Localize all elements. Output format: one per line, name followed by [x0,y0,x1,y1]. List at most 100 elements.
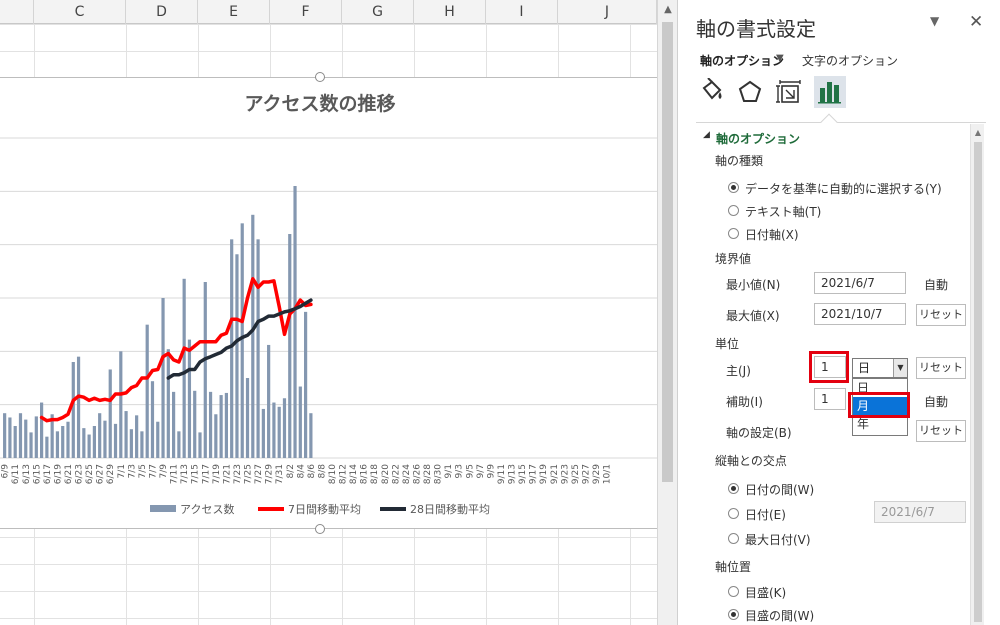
bar-6/15 [34,416,38,458]
pane-scroll-up-icon[interactable]: ▲ [971,128,985,137]
minor-unit-field[interactable]: 1 [814,388,846,410]
column-header-D[interactable]: D [126,0,198,24]
bar-6/20 [61,426,65,458]
axis-type-auto-label[interactable]: データを基準に自動的に選択する(Y) [745,180,942,197]
axis-type-date-label[interactable]: 日付軸(X) [745,226,799,243]
bar-6/10 [8,417,12,458]
bar-7/13 [182,278,186,458]
bar-7/14 [187,339,192,458]
bar-6/11 [13,426,17,458]
radio-position-on-tick[interactable] [728,586,739,597]
bar-8/3 [293,186,297,458]
pane-close-icon[interactable]: ✕ [969,12,983,32]
x-tick-label: 6/9 [1,464,11,479]
chart-svg: アクセス数の推移6/9 6/11 6/13 6/15 6/17 6/19 6/21 6/23 6… [0,92,657,516]
major-unit-select[interactable]: 日 ▼ [852,358,908,378]
major-unit-reset-button[interactable]: リセット [916,357,966,379]
bar-7/31 [277,406,281,458]
column-header-H[interactable]: H [414,0,486,24]
bar-6/28 [103,420,107,458]
crosses-date-field[interactable]: 2021/6/7 [874,501,966,523]
crosses-max-label[interactable]: 最大日付(V) [745,531,811,548]
pane-scroll-thumb[interactable] [974,142,982,622]
x-tick-label: 9/19 [539,464,549,484]
radio-axis-type-text[interactable] [728,205,739,216]
chart-resize-handle-top[interactable] [315,72,325,82]
column-header-I[interactable]: I [486,0,558,24]
x-tick-label: 7/1 [117,464,127,478]
size-properties-icon[interactable] [776,78,804,106]
x-tick-label: 7/19 [212,464,222,484]
x-tick-label: 7/7 [148,464,158,478]
x-tick-label: 7/31 [275,464,285,484]
column-header-J[interactable]: J [558,0,657,24]
bar-7/7 [150,381,155,458]
radio-axis-type-auto[interactable] [728,182,739,193]
bar-7/26 [251,214,255,458]
x-tick-label: 8/14 [349,464,359,484]
x-tick-label: 7/21 [222,464,232,484]
bar-7/21 [224,392,228,458]
fill-line-icon[interactable] [698,78,726,106]
x-tick-label: 8/12 [339,464,349,484]
radio-crosses-between[interactable] [728,483,739,494]
x-tick-label: 8/8 [317,464,327,479]
radio-axis-type-date[interactable] [728,228,739,239]
x-tick-label: 6/23 [75,464,85,484]
radio-crosses-date[interactable] [728,508,739,519]
position-between-label[interactable]: 目盛の間(W) [745,607,814,624]
radio-position-between[interactable] [728,609,739,620]
legend-label-access: アクセス数 [180,503,234,516]
bar-6/24 [82,428,86,458]
chevron-down-icon[interactable]: ▼ [893,359,907,377]
min-bound-field[interactable]: 2021/6/7 [814,272,906,294]
major-unit-label: 主(J) [726,364,751,378]
bar-6/9 [3,413,7,458]
sheet-vertical-scrollbar[interactable]: ▲ [657,0,677,625]
crosses-between-label[interactable]: 日付の間(W) [745,481,814,498]
x-tick-label: 9/25 [571,464,581,484]
base-unit-label: 軸の設定(B) [726,426,792,440]
chart-area[interactable]: アクセス数の推移 6/9 6/11 6/13 6/15 6/17 6/19 6/21 6/23 6… [0,77,657,529]
position-on-tick-label[interactable]: 目盛(K) [745,584,786,601]
bar-8/6 [309,413,313,458]
column-header-F[interactable]: F [270,0,342,24]
axis-type-text-label[interactable]: テキスト軸(T) [745,203,821,220]
section-title-axis-options[interactable]: 軸のオプション [716,130,800,147]
tab-axis-options[interactable]: 軸のオプション [700,52,784,69]
x-tick-label: 7/23 [233,464,243,484]
tab-axis-options-caret-icon[interactable]: ▼ [776,53,784,64]
radio-crosses-max[interactable] [728,533,739,544]
max-bound-reset-button[interactable]: リセット [916,304,966,326]
column-header-G[interactable]: G [342,0,414,24]
column-header-E[interactable]: E [198,0,270,24]
pane-scrollbar[interactable]: ▲ [970,124,984,625]
tab-text-options[interactable]: 文字のオプション [802,52,898,69]
x-tick-label: 8/22 [391,464,401,484]
scroll-thumb[interactable] [662,22,673,482]
max-bound-field[interactable]: 2021/10/7 [814,303,906,325]
axis-options-tab-selected[interactable] [814,76,846,108]
x-tick-label: 7/3 [127,464,137,478]
column-header-C[interactable]: C [34,0,126,24]
x-tick-label: 9/23 [560,464,570,484]
bar-7/18 [208,391,213,458]
base-unit-reset-button[interactable]: リセット [916,420,966,442]
column-header-partial[interactable] [0,0,34,24]
pane-title: 軸の書式設定 [696,17,816,41]
x-tick-label: 9/15 [518,464,528,484]
legend-swatch-access [150,505,176,512]
scroll-up-icon[interactable]: ▲ [658,0,678,20]
bar-7/22 [230,239,234,458]
x-tick-label: 8/24 [402,464,412,484]
section-collapse-icon[interactable]: ◢ [703,130,710,140]
bar-8/4 [298,386,302,458]
bar-7/25 [245,378,250,458]
bar-8/2 [288,234,292,458]
crosses-date-label[interactable]: 日付(E) [745,506,786,523]
x-tick-label: 8/6 [307,464,317,479]
spreadsheet-area[interactable]: CDEFGHIJ アクセス数の推移 6/9 6/11 6/13 6/15 6/17 6/19… [0,0,657,625]
chart-resize-handle-bottom[interactable] [315,524,325,534]
pane-options-dropdown-icon[interactable]: ▼ [930,14,939,28]
effects-icon[interactable] [736,78,764,106]
